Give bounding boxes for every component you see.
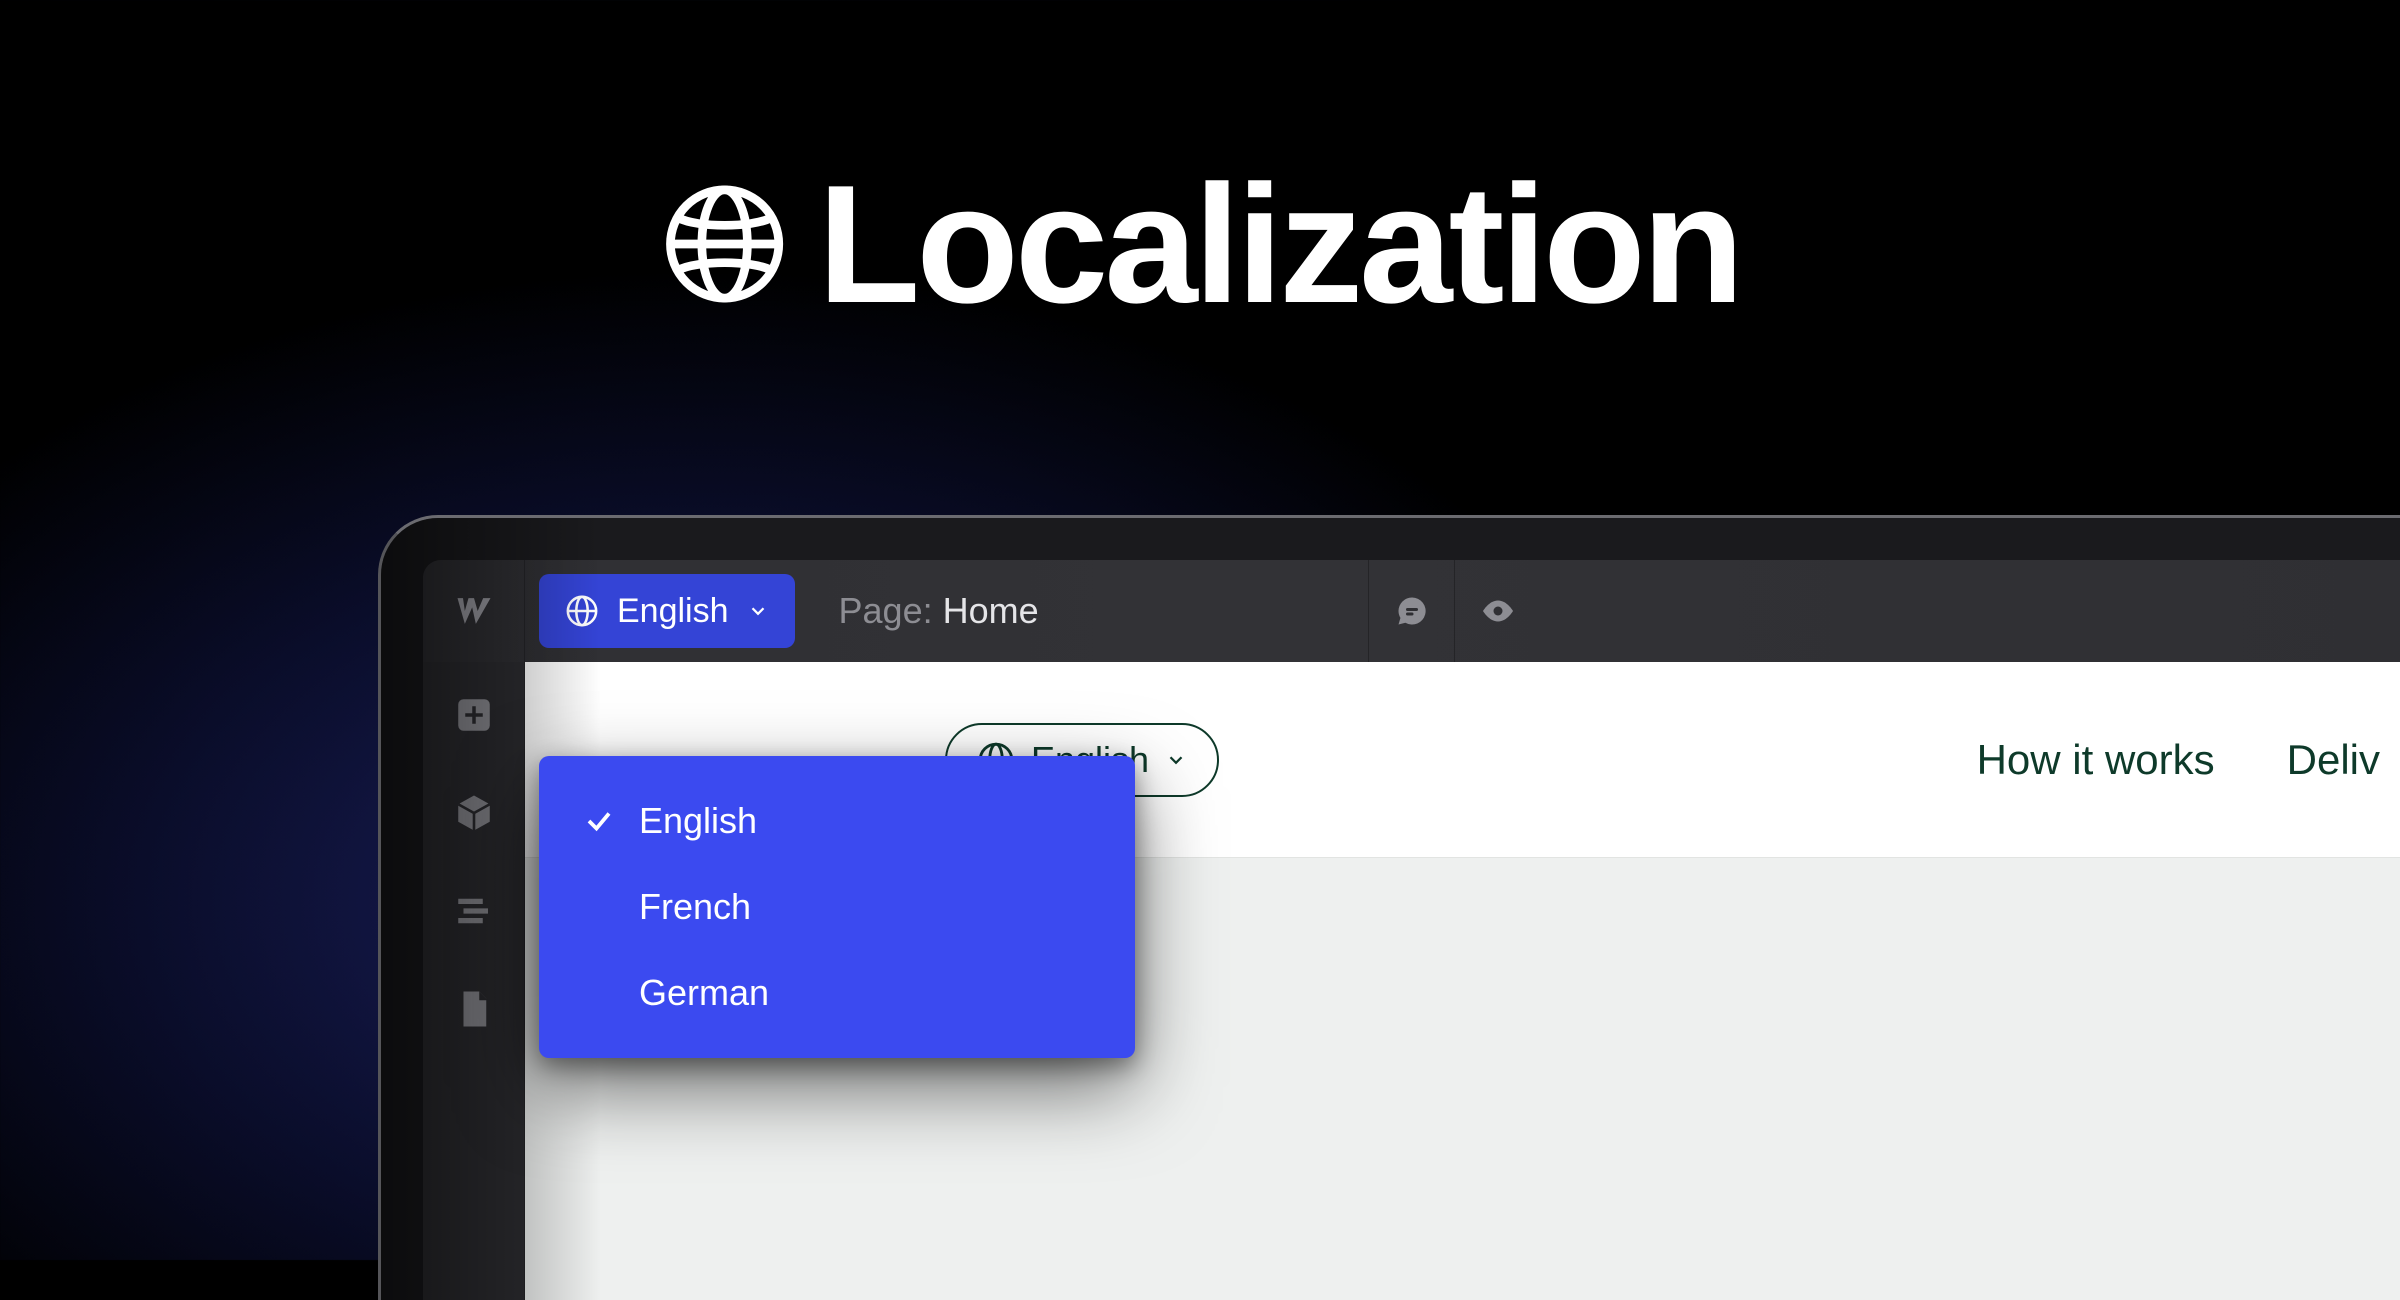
locale-option-french[interactable]: French <box>539 864 1135 950</box>
nav-link-deliv[interactable]: Deliv <box>2287 736 2380 784</box>
globe-icon <box>565 594 599 628</box>
pages-button[interactable] <box>453 988 495 1030</box>
add-element-button[interactable] <box>453 694 495 736</box>
app-screen: English Page: Home <box>423 560 2400 1300</box>
preview-button[interactable] <box>1454 560 1540 662</box>
site-nav: How it works Deliv <box>1977 736 2380 784</box>
check-icon <box>581 806 617 836</box>
locale-option-label: German <box>639 972 769 1014</box>
editor-toolbar: English Page: Home <box>423 560 2400 662</box>
page-icon <box>453 988 495 1030</box>
device-frame: English Page: Home <box>378 515 2400 1300</box>
locale-option-german[interactable]: German <box>539 950 1135 1036</box>
hero-title-row: Localization <box>660 160 1741 328</box>
eye-icon <box>1480 593 1516 629</box>
page-prefix-label: Page: <box>839 590 933 631</box>
globe-icon <box>660 179 790 309</box>
nav-link-how-it-works[interactable]: How it works <box>1977 736 2215 784</box>
list-icon <box>453 890 495 932</box>
chevron-down-icon <box>1165 749 1187 771</box>
navigator-button[interactable] <box>453 890 495 932</box>
left-rail <box>423 662 525 1300</box>
page-title: Localization <box>818 160 1741 328</box>
webflow-logo[interactable] <box>423 560 525 662</box>
editor-locale-label: English <box>617 592 729 631</box>
chevron-down-icon <box>747 600 769 622</box>
chat-icon <box>1394 593 1430 629</box>
components-button[interactable] <box>453 792 495 834</box>
editor-locale-dropdown-button[interactable]: English <box>539 574 795 648</box>
locale-option-label: French <box>639 886 751 928</box>
locale-dropdown-menu: English French German <box>539 756 1135 1058</box>
plus-icon <box>453 694 495 736</box>
page-name: Home <box>943 590 1039 631</box>
locale-option-label: English <box>639 800 757 842</box>
box-icon <box>453 792 495 834</box>
comments-button[interactable] <box>1368 560 1454 662</box>
locale-option-english[interactable]: English <box>539 778 1135 864</box>
page-breadcrumb[interactable]: Page: Home <box>839 590 1039 632</box>
